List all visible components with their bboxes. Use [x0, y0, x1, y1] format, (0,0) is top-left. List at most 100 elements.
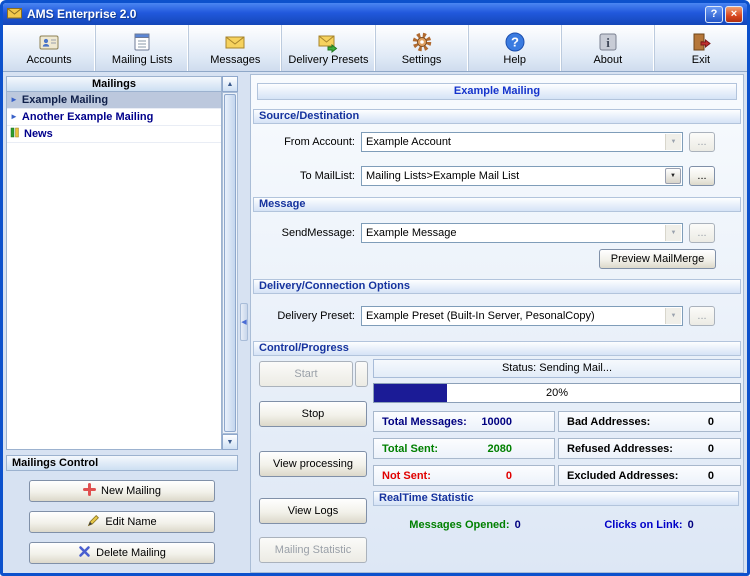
start-split-strip[interactable]: [355, 361, 368, 387]
app-icon: [7, 6, 22, 23]
stat-total-sent: Total Sent: 2080: [373, 438, 555, 459]
dropdown-arrow-icon[interactable]: ▼: [665, 134, 681, 150]
send-message-label: SendMessage:: [281, 227, 355, 239]
toolbar-button-settings[interactable]: Settings: [376, 25, 469, 71]
stat-excluded-addresses: Excluded Addresses: 0: [558, 465, 741, 486]
dropdown-arrow-icon[interactable]: ▼: [665, 308, 681, 324]
to-maillist-combo[interactable]: Mailing Lists>Example Mail List ▼: [361, 166, 683, 186]
section-realtime-statistic: RealTime Statistic: [373, 491, 739, 506]
edit-name-button[interactable]: Edit Name: [29, 511, 215, 533]
status-text: Status: Sending Mail...: [373, 359, 741, 378]
toolbar-label: Exit: [691, 54, 711, 66]
mailing-title: Example Mailing: [257, 83, 737, 100]
toolbar-label: Mailing Lists: [111, 54, 173, 66]
send-message-browse-button[interactable]: ...: [689, 223, 715, 243]
toolbar-button-messages[interactable]: Messages: [189, 25, 283, 71]
stat-value: 0: [707, 442, 714, 455]
stat-total-messages: Total Messages: 10000: [373, 411, 555, 432]
svg-text:i: i: [606, 35, 610, 50]
new-mailing-button[interactable]: New Mailing: [29, 480, 215, 502]
toolbar-button-delivery-presets[interactable]: Delivery Presets: [282, 25, 376, 71]
toolbar-button-accounts[interactable]: Accounts: [3, 25, 97, 71]
dropdown-arrow-icon[interactable]: ▼: [665, 225, 681, 241]
scrollbar-thumb[interactable]: [224, 94, 236, 432]
to-maillist-label: To MailList:: [299, 170, 355, 182]
mailings-panel-header: Mailings: [6, 76, 222, 92]
news-icon: [10, 127, 20, 141]
toolbar-button-about[interactable]: i About: [562, 25, 655, 71]
list-item-example-mailing[interactable]: ► Example Mailing: [7, 92, 221, 109]
stat-not-sent: Not Sent: 0: [373, 465, 555, 486]
close-button[interactable]: ×: [725, 5, 743, 23]
list-item-label: Another Example Mailing: [21, 111, 154, 123]
stat-refused-addresses: Refused Addresses: 0: [558, 438, 741, 459]
list-item-news[interactable]: News: [7, 126, 221, 143]
section-delivery-options: Delivery/Connection Options: [253, 279, 741, 294]
toolbar-button-exit[interactable]: Exit: [655, 25, 747, 71]
toolbar-label: Messages: [210, 54, 261, 66]
scroll-up-icon[interactable]: ▲: [222, 76, 238, 92]
from-account-combo[interactable]: Example Account ▼: [361, 132, 683, 152]
panel-splitter-handle[interactable]: ◀: [240, 303, 248, 341]
list-item-another-example-mailing[interactable]: ► Another Example Mailing: [7, 109, 221, 126]
pen-icon: [87, 514, 100, 530]
cross-icon: [78, 545, 91, 561]
mailings-control-header: Mailings Control: [6, 455, 238, 471]
delivery-preset-combo[interactable]: Example Preset (Built-In Server, Pesonal…: [361, 306, 683, 326]
delivery-preset-label: Delivery Preset:: [277, 310, 355, 322]
stat-label: Messages Opened:: [409, 519, 510, 531]
plus-icon: [83, 483, 97, 499]
mailing-statistic-button[interactable]: Mailing Statistic: [259, 537, 367, 563]
stat-value: 0: [707, 415, 714, 428]
stat-value: 0: [707, 469, 714, 482]
dropdown-arrow-icon[interactable]: ▼: [665, 168, 681, 184]
main-panel: Example Mailing Source/Destination From …: [250, 74, 744, 573]
to-maillist-browse-button[interactable]: ...: [689, 166, 715, 186]
list-item-label: Example Mailing: [21, 94, 109, 106]
mailing-lists-icon: [131, 30, 153, 53]
stop-button[interactable]: Stop: [259, 401, 367, 427]
exit-icon: [690, 30, 712, 53]
send-message-combo[interactable]: Example Message ▼: [361, 223, 683, 243]
stat-label: Total Messages:: [382, 415, 467, 428]
scrollbar-track[interactable]: [222, 92, 238, 434]
progress-bar: 20%: [373, 383, 741, 403]
toolbar-label: Delivery Presets: [288, 54, 369, 66]
stat-value: 10000: [481, 415, 512, 428]
window-title: AMS Enterprise 2.0: [27, 7, 137, 21]
delivery-preset-browse-button[interactable]: ...: [689, 306, 715, 326]
stat-value: 2080: [487, 442, 512, 455]
progress-percent-label: 20%: [545, 387, 569, 399]
delivery-preset-value: Example Preset (Built-In Server, Pesonal…: [366, 310, 595, 322]
from-account-browse-button[interactable]: ...: [689, 132, 715, 152]
toolbar-label: Accounts: [26, 54, 72, 66]
toolbar-button-mailing-lists[interactable]: Mailing Lists: [96, 25, 190, 71]
button-label: Edit Name: [105, 516, 157, 528]
settings-icon: [411, 30, 433, 53]
stat-value: 0: [505, 469, 512, 482]
section-source-destination: Source/Destination: [253, 109, 741, 124]
help-titlebar-button[interactable]: ?: [705, 5, 723, 23]
delete-mailing-button[interactable]: Delete Mailing: [29, 542, 215, 564]
app-window: AMS Enterprise 2.0 ? × Accounts Mailing …: [0, 0, 750, 576]
stat-value: 0: [514, 519, 521, 531]
from-account-label: From Account:: [284, 136, 355, 148]
list-item-label: News: [24, 128, 53, 140]
stat-label: Not Sent:: [382, 469, 431, 482]
arrow-icon: ►: [10, 95, 18, 104]
svg-text:?: ?: [511, 35, 519, 50]
toolbar-button-help[interactable]: ? Help: [469, 25, 562, 71]
toolbar-label: About: [593, 54, 623, 66]
preview-mailmerge-button[interactable]: Preview MailMerge: [599, 249, 716, 269]
view-processing-button[interactable]: View processing: [259, 451, 367, 477]
stat-value: 0: [687, 519, 694, 531]
to-maillist-value: Mailing Lists>Example Mail List: [366, 170, 520, 182]
view-logs-button[interactable]: View Logs: [259, 498, 367, 524]
mailings-list: ► Example Mailing ► Another Example Mail…: [6, 92, 222, 450]
stat-bad-addresses: Bad Addresses: 0: [558, 411, 741, 432]
realtime-row: Messages Opened: 0 Clicks on Link: 0: [373, 516, 741, 534]
clicks-on-link-stat: Clicks on Link: 0: [557, 516, 741, 534]
start-button[interactable]: Start: [259, 361, 353, 387]
titlebar: AMS Enterprise 2.0 ? ×: [3, 3, 747, 25]
scroll-down-icon[interactable]: ▼: [222, 434, 238, 450]
